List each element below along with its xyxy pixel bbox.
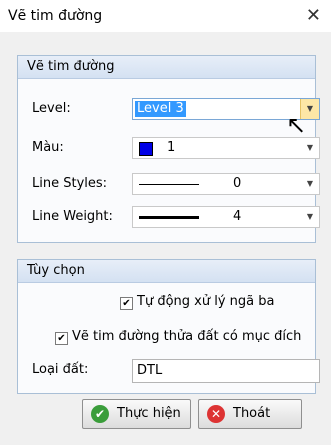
color-select[interactable]: 1 ▼ <box>132 137 320 159</box>
execute-button[interactable]: ✔ Thực hiện <box>82 399 191 429</box>
window-title: Vẽ tim đường <box>8 8 103 24</box>
level-value: Level 3 <box>135 101 186 117</box>
line-styles-label: Line Styles: <box>32 176 108 191</box>
draw-parcel-checkbox[interactable]: ✔ <box>55 332 68 345</box>
group-options-title: Tùy chọn <box>18 260 315 283</box>
line-weight-preview <box>139 216 199 219</box>
exit-button-label: Thoát <box>233 406 271 421</box>
color-value: 1 <box>167 140 176 155</box>
check-icon: ✔ <box>91 405 109 423</box>
draw-parcel-option[interactable]: ✔ Vẽ tim đường thửa đất có mục đích <box>55 329 301 345</box>
line-weight-select[interactable]: 4 ▼ <box>132 206 320 228</box>
exit-button[interactable]: ✕ Thoát <box>198 399 302 429</box>
group-draw-centerline-title: Vẽ tim đường <box>18 56 315 79</box>
group-options: Tùy chọn ✔ Tự động xử lý ngã ba ✔ Vẽ tim đ… <box>17 259 320 394</box>
chevron-down-icon[interactable]: ▼ <box>301 207 319 227</box>
color-label: Màu: <box>32 140 64 155</box>
execute-button-label: Thực hiện <box>117 406 181 421</box>
line-weight-label: Line Weight: <box>32 209 113 224</box>
close-icon: ✕ <box>207 405 225 423</box>
draw-parcel-label: Vẽ tim đường thửa đất có mục đích <box>72 329 302 344</box>
close-icon[interactable]: ✕ <box>306 5 321 26</box>
chevron-down-icon[interactable]: ▼ <box>301 174 319 194</box>
title-bar: Vẽ tim đường ✕ <box>0 0 331 32</box>
land-type-input[interactable]: DTL <box>132 359 320 383</box>
mouse-cursor-icon: ↖ <box>286 111 307 139</box>
land-type-label: Loại đất: <box>32 362 89 377</box>
line-weight-value: 4 <box>233 209 242 224</box>
level-label: Level: <box>32 101 71 116</box>
auto-junction-label: Tự động xử lý ngã ba <box>137 294 275 309</box>
auto-junction-checkbox[interactable]: ✔ <box>120 297 133 310</box>
auto-junction-option[interactable]: ✔ Tự động xử lý ngã ba <box>120 294 274 310</box>
chevron-down-icon[interactable]: ▼ <box>301 138 319 158</box>
line-styles-select[interactable]: 0 ▼ <box>132 173 320 195</box>
line-styles-value: 0 <box>233 176 242 191</box>
line-style-preview <box>139 184 199 185</box>
color-swatch <box>139 142 153 156</box>
group-draw-centerline: Vẽ tim đường Level: Level 3 ▼ Màu: 1 ▼ L… <box>17 55 320 243</box>
